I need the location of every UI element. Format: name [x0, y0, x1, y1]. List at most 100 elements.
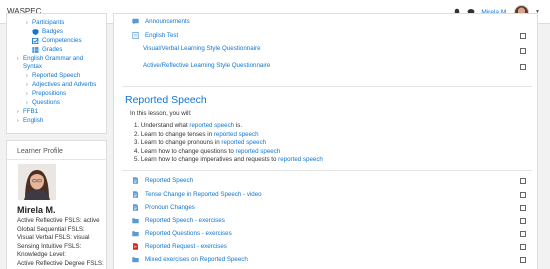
objective-number: 3. [134, 139, 140, 146]
nav-item-label[interactable]: Competencies [42, 37, 82, 46]
learner-profile-block: Learner Profile Mirela M. Active Reflect… [6, 140, 107, 269]
glossary-link[interactable]: reported speech [189, 122, 234, 129]
profile-attribute: Sensing Intuitive FSLS: [17, 242, 82, 250]
checkbox-icon [32, 38, 39, 45]
activity-link[interactable]: Visual/Verbal Learning Style Questionnai… [143, 45, 261, 52]
nav-item-competencies[interactable]: Competencies [26, 37, 106, 46]
activity-link[interactable]: Reported Request - exercises [145, 243, 227, 250]
page-icon [132, 204, 139, 211]
glossary-link[interactable]: reported speech [278, 156, 323, 163]
activity-link[interactable]: English Test [145, 32, 178, 39]
objective-item: 1. Understand what reported speech is. [134, 122, 323, 131]
pdf-icon [132, 243, 139, 250]
section-title[interactable]: Reported Speech [125, 94, 207, 106]
nav-item-ffb1[interactable]: › FFB1 [17, 108, 106, 117]
course-nav-list: › Participants Badges Competencies Grade… [7, 14, 106, 125]
activity-announcements[interactable]: Announcements [132, 18, 190, 25]
nav-item-label[interactable]: Participants [32, 19, 64, 28]
glossary-link[interactable]: reported speech [221, 139, 266, 146]
objective-number: 4. [134, 147, 140, 155]
folder-icon [132, 230, 139, 237]
completion-checkbox[interactable] [520, 218, 526, 224]
objective-number: 1. [134, 122, 140, 129]
activity-link[interactable]: Mixed exercises on Reported Speech [145, 256, 248, 263]
profile-attribute: Active Reflective FSLS: active [17, 217, 100, 224]
activity-reported-request-exercises[interactable]: Reported Request - exercises [132, 243, 227, 250]
glossary-link[interactable]: reported speech [214, 131, 259, 138]
completion-checkbox[interactable] [520, 257, 526, 263]
objective-item: 3. Learn to change pronouns in reported … [134, 139, 323, 148]
folder-icon [132, 217, 139, 224]
profile-name: Mirela M. [17, 205, 56, 215]
objective-item: 2. Learn to change tenses in reported sp… [134, 131, 323, 140]
activity-link[interactable]: Reported Speech [145, 177, 193, 184]
forum-icon [132, 18, 139, 25]
activity-reported-speech-exercises[interactable]: Reported Speech - exercises [132, 217, 225, 224]
nav-item-english[interactable]: › English [17, 117, 106, 126]
completion-checkbox[interactable] [520, 178, 526, 184]
activity-tense-change-video[interactable]: Tense Change in Reported Speech - video [132, 191, 262, 198]
nav-item-participants[interactable]: › Participants [26, 19, 106, 28]
course-content: Announcements English Test Visual/Verbal… [113, 13, 538, 269]
page-icon [132, 191, 139, 198]
activity-reported-speech[interactable]: Reported Speech [132, 177, 193, 184]
objective-text: is. [234, 122, 243, 129]
activity-reported-questions-exercises[interactable]: Reported Questions - exercises [132, 230, 232, 237]
nav-item-label[interactable]: FFB1 [23, 108, 38, 117]
activity-link[interactable]: Announcements [145, 18, 190, 25]
objective-text: Understand what [140, 122, 190, 129]
nav-item-label[interactable]: Questions [32, 99, 60, 108]
nav-item-label[interactable]: Adjectives and Adverbs [32, 81, 96, 90]
objective-text: Learn to change tenses in [140, 130, 214, 138]
page-icon [132, 177, 139, 184]
activity-mixed-exercises[interactable]: Mixed exercises on Reported Speech [132, 256, 248, 263]
glossary-link[interactable]: reported speech [236, 148, 281, 155]
nav-item-label[interactable]: Reported Speech [32, 72, 80, 81]
completion-checkbox[interactable] [520, 244, 526, 250]
folder-icon [132, 256, 139, 263]
completion-checkbox[interactable] [520, 64, 526, 70]
completion-checkbox[interactable] [520, 231, 526, 237]
objective-number: 5. [134, 156, 140, 163]
objective-text: Learn how to change questions to [140, 147, 236, 155]
completion-checkbox[interactable] [520, 192, 526, 198]
nav-item-label[interactable]: Grades [42, 46, 62, 55]
activity-link[interactable]: Tense Change in Reported Speech - video [145, 191, 262, 198]
activity-pronoun-changes[interactable]: Pronoun Changes [132, 204, 195, 211]
activity-link[interactable]: Reported Questions - exercises [145, 230, 232, 237]
activity-link[interactable]: Pronoun Changes [145, 204, 195, 211]
nav-item-label[interactable]: English Grammar and Syntax [23, 55, 99, 72]
completion-checkbox[interactable] [520, 205, 526, 211]
objective-text: Learn to change pronouns in [140, 139, 222, 146]
profile-photo [18, 164, 56, 200]
objectives-list: 1. Understand what reported speech is. 2… [134, 122, 323, 165]
profile-attribute: Active Reflective Degree FSLS: [17, 259, 104, 267]
activity-questionnaire-visual-verbal[interactable]: Visual/Verbal Learning Style Questionnai… [143, 45, 261, 52]
completion-checkbox[interactable] [520, 33, 526, 39]
objective-number: 2. [134, 130, 140, 138]
quiz-icon [132, 31, 139, 40]
table-icon [32, 47, 39, 53]
nav-item-questions[interactable]: › Questions [26, 99, 106, 108]
course-navigation-block: › Participants Badges Competencies Grade… [6, 13, 107, 134]
nav-item-badges[interactable]: Badges [26, 28, 106, 37]
section-divider [122, 170, 532, 171]
shield-icon [32, 29, 39, 36]
objective-item: 4. Learn how to change questions to repo… [134, 148, 323, 157]
profile-attribute: Global Sequential FSLS: [17, 225, 85, 233]
nav-item-label[interactable]: Badges [42, 28, 63, 37]
nav-item-label[interactable]: Prepositions [32, 90, 66, 99]
activity-english-test[interactable]: English Test [132, 31, 178, 40]
nav-item-grades[interactable]: Grades [26, 46, 106, 55]
profile-attribute: Visual Verbal FSLS: visual [17, 234, 90, 242]
nav-item-label[interactable]: English [23, 117, 43, 126]
nav-item-reported-speech[interactable]: › Reported Speech [26, 72, 106, 81]
activity-link[interactable]: Reported Speech - exercises [145, 217, 225, 224]
nav-item-english-grammar[interactable]: › English Grammar and Syntax [17, 55, 99, 73]
activity-link[interactable]: Active/Reflective Learning Style Questio… [143, 62, 270, 69]
activity-questionnaire-active-reflective[interactable]: Active/Reflective Learning Style Questio… [143, 62, 270, 69]
completion-checkbox[interactable] [520, 48, 526, 54]
nav-item-prepositions[interactable]: › Prepositions [26, 90, 106, 99]
nav-item-adjectives-adverbs[interactable]: › Adjectives and Adverbs [26, 81, 106, 90]
objective-text: Learn how to change imperatives and requ… [140, 156, 279, 163]
